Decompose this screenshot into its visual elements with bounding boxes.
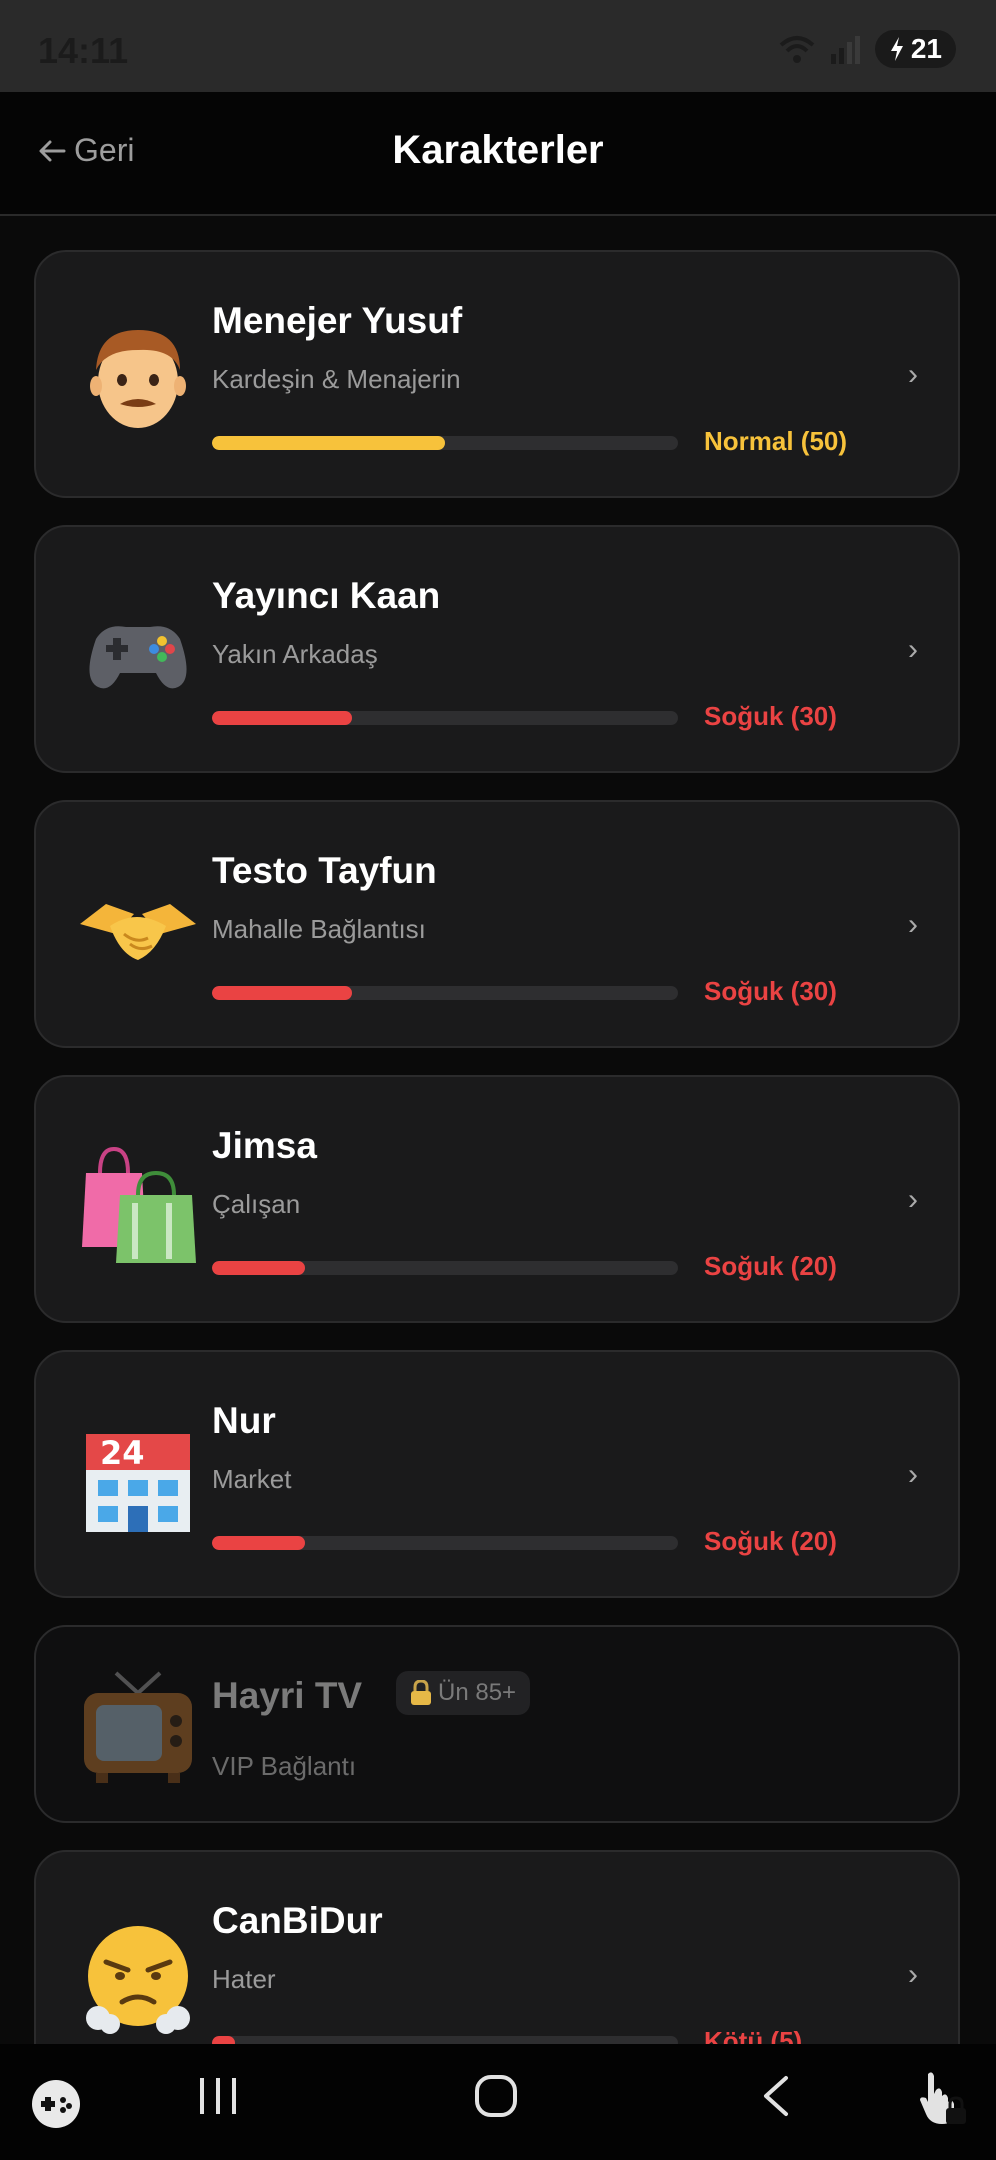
back-chevron-icon — [764, 2076, 788, 2116]
relationship-status: Soğuk (20) — [704, 1251, 837, 1281]
character-name: Yayıncı Kaan — [212, 575, 441, 616]
recent-apps-icon — [200, 2078, 236, 2114]
status-time: 14:11 — [38, 30, 129, 71]
relationship-status: Soğuk (20) — [704, 1526, 837, 1556]
svg-text:24: 24 — [100, 1434, 145, 1472]
chevron-right-icon: › — [908, 1458, 918, 1491]
character-role: Çalışan — [212, 1189, 301, 1219]
character-role: Mahalle Bağlantısı — [212, 914, 426, 944]
relationship-status: Soğuk (30) — [704, 976, 837, 1006]
character-name: Testo Tayfun — [212, 850, 437, 891]
chevron-right-icon: › — [908, 908, 918, 941]
relationship-bar — [212, 986, 678, 1000]
television-icon — [76, 1665, 200, 1789]
character-name: Nur — [212, 1400, 276, 1441]
character-role: VIP Bağlantı — [212, 1751, 357, 1781]
character-role: Hater — [212, 1964, 276, 1994]
handshake-icon — [76, 864, 200, 988]
angry-face-icon — [76, 1914, 200, 2038]
relationship-bar-fill — [212, 1536, 306, 1550]
character-card[interactable]: Yayıncı Kaan Yakın Arkadaş › Soğuk (30) — [34, 525, 960, 773]
character-name: Jimsa — [212, 1125, 317, 1166]
charging-bolt-icon — [890, 37, 903, 61]
gamepad-icon[interactable] — [30, 2078, 82, 2135]
relationship-bar-fill — [212, 1261, 306, 1275]
relationship-bar-fill — [212, 711, 352, 725]
status-icons: 21 — [777, 30, 956, 68]
relationship-status: Normal (50) — [704, 426, 848, 456]
character-card[interactable]: Testo Tayfun Mahalle Bağlantısı › Soğuk … — [34, 800, 960, 1048]
character-card-locked[interactable]: Hayri TV Ün 85+ VIP Bağlantı — [34, 1625, 960, 1823]
page-title: Karakterler — [392, 128, 604, 172]
chevron-right-icon: › — [908, 1183, 918, 1216]
lock-requirement-badge: Ün 85+ — [396, 1671, 531, 1715]
character-name: Hayri TV — [212, 1675, 363, 1716]
relationship-bar-fill — [212, 986, 352, 1000]
relationship-bar-fill — [212, 436, 445, 450]
relationship-bar — [212, 1261, 678, 1275]
home-icon — [475, 2075, 517, 2117]
relationship-bar — [212, 436, 678, 450]
app-header: Geri Karakterler — [0, 92, 996, 216]
character-card[interactable]: 24 Nur Market › Soğuk (20) — [34, 1350, 960, 1598]
character-role: Kardeşin & Menajerin — [212, 364, 461, 394]
system-nav-bar — [0, 2044, 996, 2160]
relationship-bar — [212, 711, 678, 725]
battery-indicator: 21 — [874, 30, 956, 68]
home-button[interactable] — [474, 2074, 518, 2123]
character-card[interactable]: Jimsa Çalışan › Soğuk (20) — [34, 1075, 960, 1323]
relationship-bar — [212, 1536, 678, 1550]
wifi-icon — [779, 36, 815, 63]
recent-apps-button[interactable] — [198, 2074, 238, 2123]
character-name: Menejer Yusuf — [212, 300, 463, 341]
shopping-bags-icon — [76, 1139, 200, 1263]
character-role: Market — [212, 1464, 292, 1494]
chevron-right-icon: › — [908, 633, 918, 666]
game-controller-icon — [76, 589, 200, 713]
lock-requirement-label: Ün 85+ — [438, 1679, 517, 1706]
character-role: Yakın Arkadaş — [212, 639, 378, 669]
relationship-status: Soğuk (30) — [704, 701, 837, 731]
back-nav-button[interactable] — [760, 2074, 790, 2123]
padlock-icon — [411, 1680, 431, 1705]
chevron-right-icon: › — [908, 1958, 918, 1991]
status-bar: 14:11 21 — [0, 0, 996, 92]
signal-icon — [830, 36, 860, 64]
convenience-store-icon: 24 — [76, 1414, 200, 1538]
man-face-icon — [76, 314, 200, 438]
battery-level: 21 — [910, 33, 942, 64]
touch-lock-icon[interactable] — [916, 2070, 968, 2131]
character-card[interactable]: Menejer Yusuf Kardeşin & Menajerin › Nor… — [34, 250, 960, 498]
chevron-right-icon: › — [908, 358, 918, 391]
character-name: CanBiDur — [212, 1900, 383, 1941]
